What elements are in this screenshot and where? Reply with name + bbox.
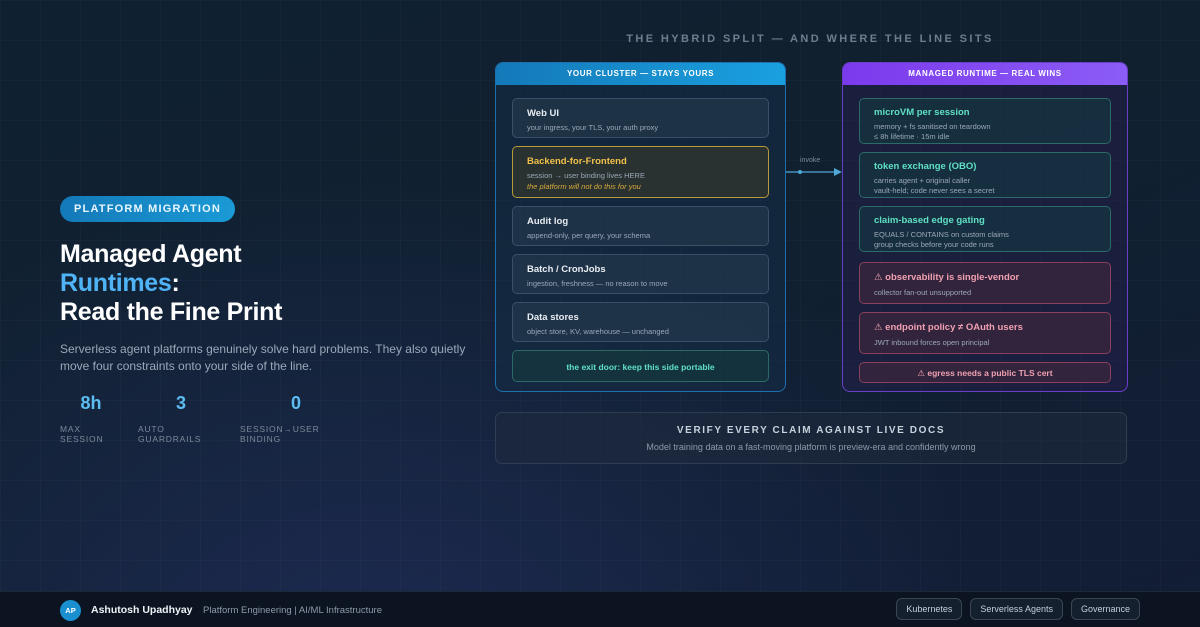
managed-panel: MANAGED RUNTIME — REAL WINS microVM per …: [842, 62, 1128, 392]
verify-subtitle: Model training data on a fast-moving pla…: [646, 442, 976, 452]
stat-value: 8h: [80, 393, 102, 413]
stat-value: 3: [175, 393, 186, 413]
title-accent: Runtimes: [60, 269, 172, 297]
cluster-exit-door: the exit door: keep this side portable: [512, 350, 769, 382]
tag-serverless-agents[interactable]: Serverless Agents: [970, 598, 1063, 620]
category-badge: PLATFORM MIGRATION: [60, 196, 236, 222]
item-title: Batch / CronJobs: [527, 264, 606, 275]
managed-warning-observability: ⚠ observability is single-vendor collect…: [859, 262, 1111, 304]
title-colon: :: [171, 269, 180, 297]
managed-item-microvm: microVM per session memory + fs sanitise…: [859, 98, 1111, 144]
item-note: the platform will not do this for you: [527, 182, 641, 191]
item-subtitle: object store, KV, warehouse — unchanged: [527, 327, 669, 336]
warning-subtitle: JWT inbound forces open principal: [874, 338, 990, 347]
title-line-2: Runtimes:: [60, 269, 480, 298]
invoke-arrow: [786, 168, 842, 176]
cluster-item-data-stores: Data stores object store, KV, warehouse …: [512, 302, 769, 342]
item-subtitle-2: ≤ 8h lifetime · 15m idle: [874, 132, 950, 141]
avatar: AP: [60, 600, 81, 621]
item-title: token exchange (OBO): [874, 161, 977, 172]
stat-max-session: 8h MAX SESSION: [60, 393, 122, 444]
item-subtitle: ingestion, freshness — no reason to move: [527, 279, 668, 288]
cluster-item-audit-log: Audit log append-only, per query, your s…: [512, 206, 769, 246]
stat-label: MAX SESSION: [60, 424, 104, 444]
managed-panel-header: MANAGED RUNTIME — REAL WINS: [843, 63, 1127, 85]
warning-title: ⚠ endpoint policy ≠ OAuth users: [874, 322, 1023, 333]
title-line-1: Managed Agent: [60, 240, 242, 268]
footer-bar: AP Ashutosh Upadhyay Platform Engineerin…: [0, 591, 1200, 627]
item-subtitle: carries agent + original caller: [874, 176, 971, 185]
item-subtitle: memory + fs sanitised on teardown: [874, 122, 991, 131]
verify-banner: VERIFY EVERY CLAIM AGAINST LIVE DOCS Mod…: [495, 412, 1127, 464]
verify-title: VERIFY EVERY CLAIM AGAINST LIVE DOCS: [676, 425, 946, 436]
lede-text: Serverless agent platforms genuinely sol…: [60, 342, 466, 373]
managed-warning-egress: ⚠ egress needs a public TLS cert: [859, 362, 1111, 383]
cluster-item-bff: Backend-for-Frontend session → user bind…: [512, 146, 769, 198]
item-title: Web UI: [527, 108, 560, 119]
item-title: microVM per session: [874, 107, 970, 118]
cluster-panel: YOUR CLUSTER — STAYS YOURS Web UI your i…: [495, 62, 786, 392]
item-subtitle-2: vault-held; code never sees a secret: [874, 186, 995, 195]
tag-list: Kubernetes Serverless Agents Governance: [896, 598, 1140, 620]
item-subtitle: append-only, per query, your schema: [527, 231, 651, 240]
item-subtitle: EQUALS / CONTAINS on custom claims: [874, 230, 1009, 239]
cluster-item-web-ui: Web UI your ingress, your TLS, your auth…: [512, 98, 769, 138]
managed-warning-endpoint-policy: ⚠ endpoint policy ≠ OAuth users JWT inbo…: [859, 312, 1111, 354]
tag-governance[interactable]: Governance: [1070, 598, 1140, 620]
managed-item-token-exchange: token exchange (OBO) carries agent + ori…: [859, 152, 1111, 198]
cluster-panel-header: YOUR CLUSTER — STAYS YOURS: [496, 63, 785, 85]
stat-auto-guardrails: 3 AUTO GUARDRAILS: [138, 393, 224, 444]
exit-label: the exit door: keep this side portable: [566, 362, 715, 372]
intro-section: PLATFORM MIGRATION Managed Agent Runtime…: [60, 196, 480, 444]
item-title: claim-based edge gating: [874, 215, 985, 226]
title-line-3: Read the Fine Print: [60, 298, 283, 326]
stat-value: 0: [290, 393, 301, 413]
stat-session-binding: 0 SESSION→USER BINDING: [240, 393, 352, 444]
warning-subtitle: collector fan-out unsupported: [874, 288, 972, 297]
item-title: Backend-for-Frontend: [527, 156, 627, 167]
item-title: Audit log: [527, 216, 569, 227]
stat-label: SESSION→USER BINDING: [240, 424, 320, 444]
managed-item-edge-gating: claim-based edge gating EQUALS / CONTAIN…: [859, 206, 1111, 252]
item-subtitle-2: group checks before your code runs: [874, 240, 994, 249]
item-title: Data stores: [527, 312, 579, 323]
stat-label: AUTO GUARDRAILS: [138, 424, 202, 444]
warning-title: ⚠ observability is single-vendor: [874, 272, 1020, 283]
stats-row: 8h MAX SESSION 3 AUTO GUARDRAILS 0 SESSI…: [60, 393, 480, 444]
author-role: Platform Engineering | AI/ML Infrastruct…: [203, 605, 383, 616]
item-subtitle: session → user binding lives HERE: [527, 171, 645, 180]
item-subtitle: your ingress, your TLS, your auth proxy: [527, 123, 659, 132]
diagram-heading: THE HYBRID SPLIT — AND WHERE THE LINE SI…: [626, 33, 994, 45]
page-title: Managed Agent Runtimes: Read the Fine Pr…: [60, 240, 480, 327]
tag-kubernetes[interactable]: Kubernetes: [896, 598, 963, 620]
cluster-item-batch: Batch / CronJobs ingestion, freshness — …: [512, 254, 769, 294]
warning-title: ⚠ egress needs a public TLS cert: [917, 368, 1053, 378]
author-name: Ashutosh Upadhyay: [91, 604, 193, 616]
